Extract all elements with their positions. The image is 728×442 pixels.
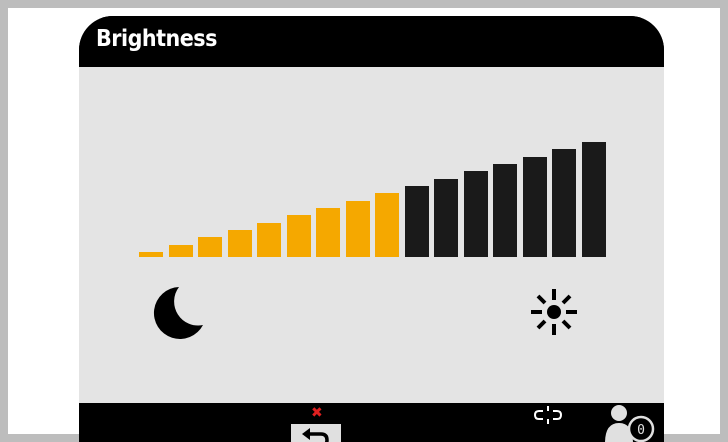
brightness-bar-8[interactable] [345,201,370,257]
link-broken-icon[interactable] [533,403,563,437]
moon-icon[interactable] [149,281,209,341]
brightness-bar-13[interactable] [493,164,517,257]
screen-title: Brightness [96,26,217,52]
brightness-bar-3[interactable] [198,237,222,257]
brightness-bar-15[interactable] [552,149,576,257]
brightness-bar-12[interactable] [463,171,488,257]
brightness-slider[interactable] [79,67,664,403]
back-button[interactable] [291,424,341,442]
brightness-bar-14[interactable] [522,157,547,257]
close-icon: ✖ [311,405,323,421]
brightness-bar-16[interactable] [581,142,606,257]
brightness-bar-5[interactable] [257,223,281,257]
brightness-bar-7[interactable] [316,208,340,257]
brightness-panel [79,67,664,403]
brightness-bar-2[interactable] [168,245,193,257]
brightness-bar-9[interactable] [375,193,399,257]
brightness-bar-10[interactable] [404,186,429,257]
bottom-bar: ✖ 0 [79,403,664,442]
profile-badge: 0 [637,423,645,438]
brightness-bar-4[interactable] [227,230,252,257]
title-bar: Brightness [79,16,664,66]
brightness-bar-1[interactable] [139,252,163,257]
brightness-bar-6[interactable] [286,215,311,257]
user-profile-icon[interactable]: 0 [601,403,663,442]
sun-icon[interactable] [529,287,579,337]
brightness-screen: Brightness ✖ 0 [79,16,664,442]
back-arrow-icon [302,428,329,442]
brightness-bar-11[interactable] [434,179,458,257]
